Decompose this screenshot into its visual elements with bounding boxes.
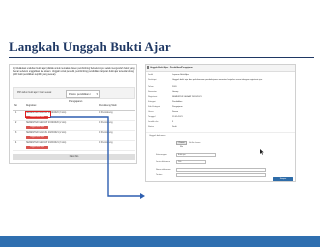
tautan-label: Tautan: [156, 174, 163, 176]
form-field: Status Draft: [146, 125, 295, 130]
form-field: Unsur Dosen: [146, 110, 295, 115]
field-value: 2020: [172, 85, 177, 88]
field-label: Judul: [148, 73, 153, 76]
field-label: Kategori: [148, 100, 156, 103]
nama-input[interactable]: [176, 168, 266, 172]
field-label: Registrasi: [148, 95, 158, 98]
field-value: Draft: [172, 125, 177, 128]
field-label: Semester: [148, 90, 157, 93]
choose-file-button[interactable]: Choose File: [176, 141, 187, 148]
form-field: Jumlah sks 3: [146, 120, 295, 125]
field-label: Unsur: [148, 110, 154, 113]
field-label: Tahun: [148, 85, 154, 88]
field-label: Status: [148, 125, 154, 128]
field-value: Unggah bukti ajar dan pelaksanaan pembel…: [172, 78, 263, 81]
field-label: Deskripsi: [148, 78, 157, 81]
field-value: Pengajaran: [172, 105, 183, 108]
field-label: Sub Kategori: [148, 105, 161, 108]
field-value: 12-05-2021: [172, 115, 183, 118]
jenis-select[interactable]: Pilih: [176, 160, 206, 164]
tautan-input[interactable]: [176, 173, 266, 177]
field-value: Genap: [172, 90, 179, 93]
jenis-label: Jenis dokumen: [156, 161, 170, 163]
keterangan-input[interactable]: Bukti ajar: [176, 153, 216, 157]
footer-band: [0, 236, 320, 247]
document-icon: [147, 66, 149, 69]
field-value: Laporan Bukti Ajar: [172, 73, 189, 76]
mouse-cursor-icon: [260, 149, 264, 155]
form-field: Semester Genap: [146, 90, 295, 95]
field-label: Jumlah sks: [148, 120, 159, 123]
form-field: Judul Laporan Bukti Ajar: [146, 73, 295, 78]
section-divider: [146, 132, 295, 133]
form-title: Unggah Bukti Ajar - Pendidikan/Pengajara…: [150, 66, 193, 69]
form-field: Tanggal 12-05-2021: [146, 115, 295, 120]
field-value: Pendidikan: [172, 100, 183, 103]
upload-form-panel: Unggah Bukti Ajar - Pendidikan/Pengajara…: [145, 64, 296, 182]
form-header: Unggah Bukti Ajar - Pendidikan/Pengajara…: [146, 65, 295, 72]
no-file-text: No file chosen: [189, 142, 201, 144]
submit-button[interactable]: Simpan: [273, 177, 293, 181]
form-field: Registrasi SEMESTER GENAP 2020/2021: [146, 95, 295, 100]
form-field: Sub Kategori Pengajaran: [146, 105, 295, 110]
keterangan-label: Keterangan: [156, 154, 167, 156]
field-value: SEMESTER GENAP 2020/2021: [172, 95, 202, 98]
field-label: Tanggal: [148, 115, 156, 118]
form-field: Deskripsi Unggah bukti ajar dan pelaksan…: [146, 78, 295, 83]
upload-section-label: Unggah dokumen: [149, 135, 166, 137]
nama-label: Nama dokumen: [156, 169, 171, 171]
field-value: 3: [172, 120, 174, 123]
form-field: Kategori Pendidikan: [146, 100, 295, 105]
field-value: Dosen: [172, 110, 179, 113]
form-field: Tahun 2020: [146, 85, 295, 90]
